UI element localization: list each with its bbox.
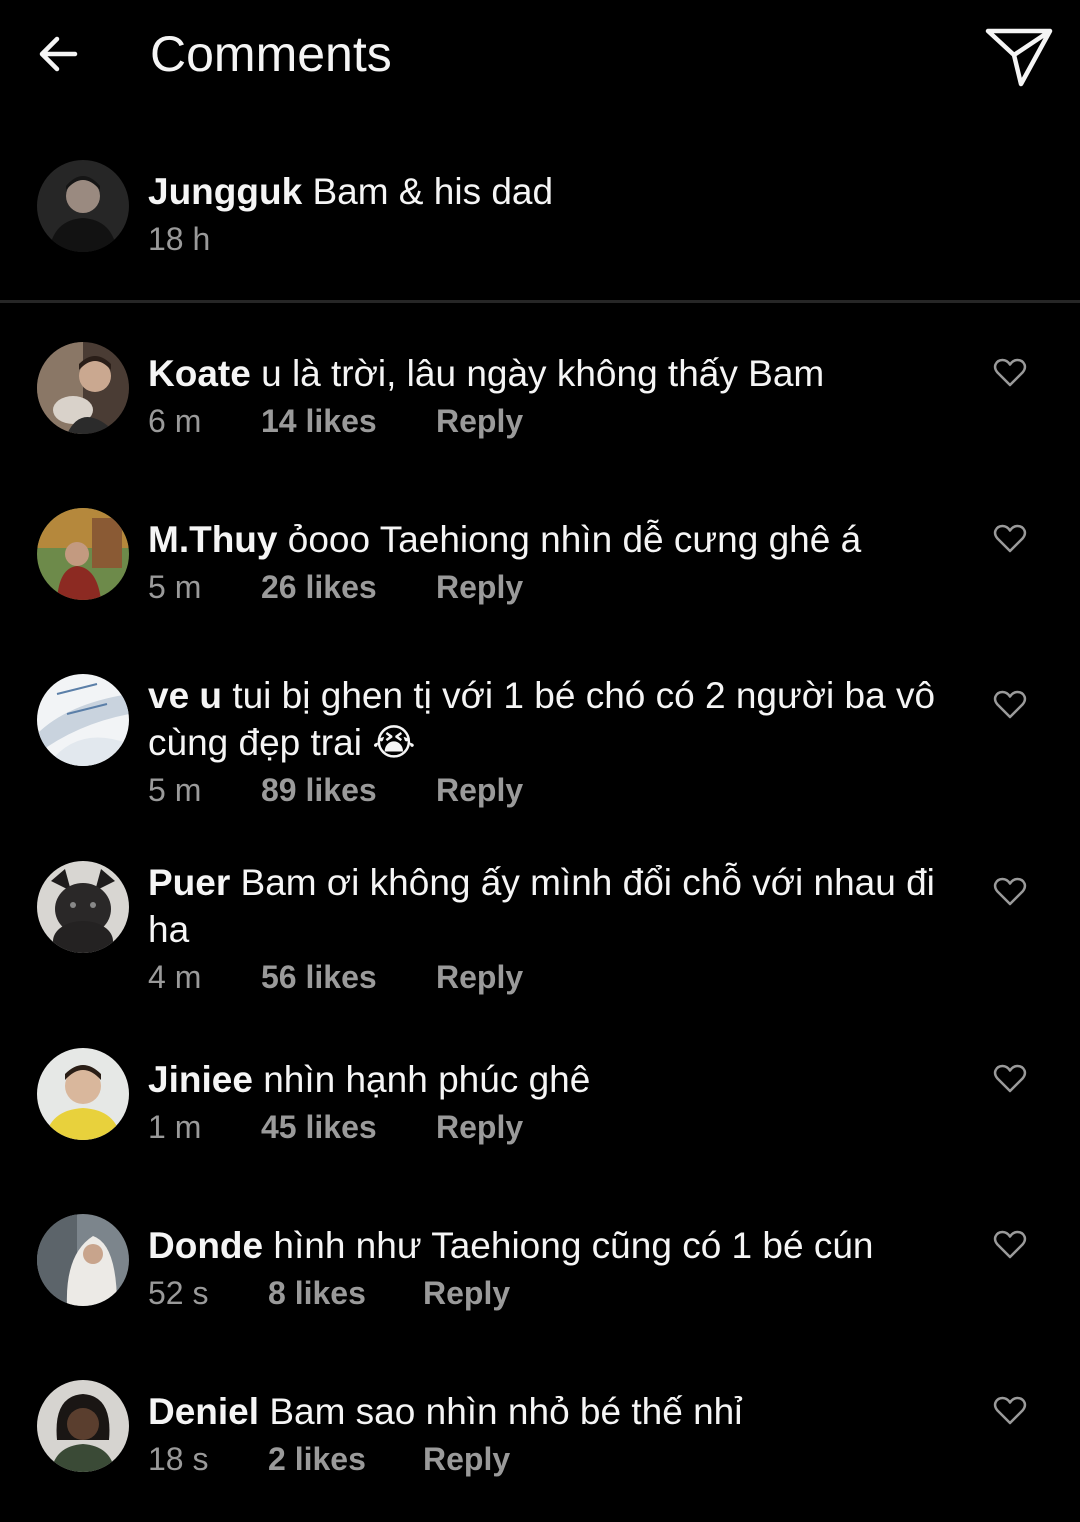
comment-meta: 5 m 26 likes Reply <box>148 565 948 609</box>
likes-count[interactable]: 56 likes <box>261 955 436 999</box>
likes-count[interactable]: 26 likes <box>261 565 436 609</box>
heart-outline-icon <box>993 358 1027 387</box>
heart-outline-icon <box>993 690 1027 719</box>
comment-body: nhìn hạnh phúc ghê <box>263 1059 591 1100</box>
avatar-image <box>37 342 129 434</box>
comment-meta: 6 m 14 likes Reply <box>148 399 948 443</box>
username[interactable]: ve u <box>148 675 222 716</box>
username[interactable]: Donde <box>148 1225 263 1266</box>
reply-button[interactable]: Reply <box>436 565 523 609</box>
comment-body: u là trời, lâu ngày không thấy Bam <box>261 353 825 394</box>
username[interactable]: Koate <box>148 353 251 394</box>
comment-body: ỏooo Taehiong nhìn dễ cưng ghê á <box>287 519 862 560</box>
avatar[interactable] <box>37 674 129 766</box>
avatar-image <box>37 508 129 600</box>
like-button[interactable] <box>990 356 1030 390</box>
likes-count[interactable]: 89 likes <box>261 768 436 812</box>
like-button[interactable] <box>990 875 1030 909</box>
avatar-image <box>37 674 129 766</box>
likes-count[interactable]: 14 likes <box>261 399 436 443</box>
likes-count[interactable]: 45 likes <box>261 1105 436 1149</box>
timestamp: 6 m <box>148 403 202 439</box>
avatar[interactable] <box>37 508 129 600</box>
username[interactable]: Puer <box>148 862 230 903</box>
timestamp: 4 m <box>148 959 202 995</box>
timestamp: 5 m <box>148 569 202 605</box>
avatar[interactable] <box>37 160 129 252</box>
timestamp: 1 m <box>148 1109 202 1145</box>
caption-text: Jungguk Bam & his dad <box>148 168 948 215</box>
likes-count[interactable]: 8 likes <box>268 1271 423 1315</box>
comment-meta: 1 m 45 likes Reply <box>148 1105 948 1149</box>
caption-body: Bam & his dad <box>312 171 554 212</box>
username[interactable]: Jungguk <box>148 171 302 212</box>
comment-text: Donde hình như Taehiong cũng có 1 bé cún <box>148 1222 948 1269</box>
reply-button[interactable]: Reply <box>436 955 523 999</box>
reply-button[interactable]: Reply <box>436 768 523 812</box>
like-button[interactable] <box>990 688 1030 722</box>
comment-body: Bam sao nhìn nhỏ bé thế nhỉ <box>269 1391 743 1432</box>
heart-outline-icon <box>993 1230 1027 1259</box>
reply-button[interactable]: Reply <box>436 399 523 443</box>
avatar-image <box>37 1380 129 1472</box>
username[interactable]: M.Thuy <box>148 519 277 560</box>
comment-meta: 4 m 56 likes Reply <box>148 955 948 999</box>
likes-count[interactable]: 2 likes <box>268 1437 423 1481</box>
avatar[interactable] <box>37 342 129 434</box>
like-button[interactable] <box>990 522 1030 556</box>
comment-body: Bam ơi không ấy mình đổi chỗ với nhau đi… <box>148 862 935 950</box>
arrow-left-icon <box>39 36 78 72</box>
like-button[interactable] <box>990 1394 1030 1428</box>
comment-meta: 52 s 8 likes Reply <box>148 1271 948 1315</box>
back-button[interactable] <box>30 26 86 82</box>
page-title: Comments <box>150 26 392 82</box>
avatar[interactable] <box>37 1214 129 1306</box>
timestamp: 18 s <box>148 1441 209 1477</box>
comment-text: Deniel Bam sao nhìn nhỏ bé thế nhỉ <box>148 1388 948 1435</box>
timestamp: 52 s <box>148 1275 209 1311</box>
comment-text: Puer Bam ơi không ấy mình đổi chỗ với nh… <box>148 859 948 953</box>
comment-meta: 18 s 2 likes Reply <box>148 1437 948 1481</box>
avatar[interactable] <box>37 1048 129 1140</box>
heart-outline-icon <box>993 1064 1027 1093</box>
reply-button[interactable]: Reply <box>436 1105 523 1149</box>
like-button[interactable] <box>990 1228 1030 1262</box>
post-caption: Jungguk Bam & his dad 18 h <box>0 150 1080 300</box>
comment-body: hình như Taehiong cũng có 1 bé cún <box>273 1225 874 1266</box>
comment-body: tui bị ghen tị với 1 bé chó có 2 người b… <box>148 675 936 763</box>
top-bar: Comments <box>0 0 1080 112</box>
comment-text: ve u tui bị ghen tị với 1 bé chó có 2 ng… <box>148 672 948 766</box>
avatar[interactable] <box>37 1380 129 1472</box>
avatar-image <box>37 1048 129 1140</box>
like-button[interactable] <box>990 1062 1030 1096</box>
reply-button[interactable]: Reply <box>423 1271 510 1315</box>
heart-outline-icon <box>993 1396 1027 1425</box>
share-button[interactable] <box>982 24 1056 90</box>
avatar-image <box>37 160 129 252</box>
username[interactable]: Deniel <box>148 1391 259 1432</box>
username[interactable]: Jiniee <box>148 1059 253 1100</box>
paper-plane-icon <box>985 28 1053 87</box>
heart-outline-icon <box>993 877 1027 906</box>
timestamp: 18 h <box>148 221 211 257</box>
reply-button[interactable]: Reply <box>423 1437 510 1481</box>
timestamp: 5 m <box>148 772 202 808</box>
divider <box>0 300 1080 303</box>
avatar[interactable] <box>37 861 129 953</box>
avatar-image <box>37 1214 129 1306</box>
comment-text: Koate u là trời, lâu ngày không thấy Bam <box>148 350 948 397</box>
comment-meta: 5 m 89 likes Reply <box>148 768 948 812</box>
avatar-image <box>37 861 129 953</box>
heart-outline-icon <box>993 524 1027 553</box>
comment-text: Jiniee nhìn hạnh phúc ghê <box>148 1056 948 1103</box>
caption-meta: 18 h <box>148 217 948 261</box>
comment-text: M.Thuy ỏooo Taehiong nhìn dễ cưng ghê á <box>148 516 948 563</box>
